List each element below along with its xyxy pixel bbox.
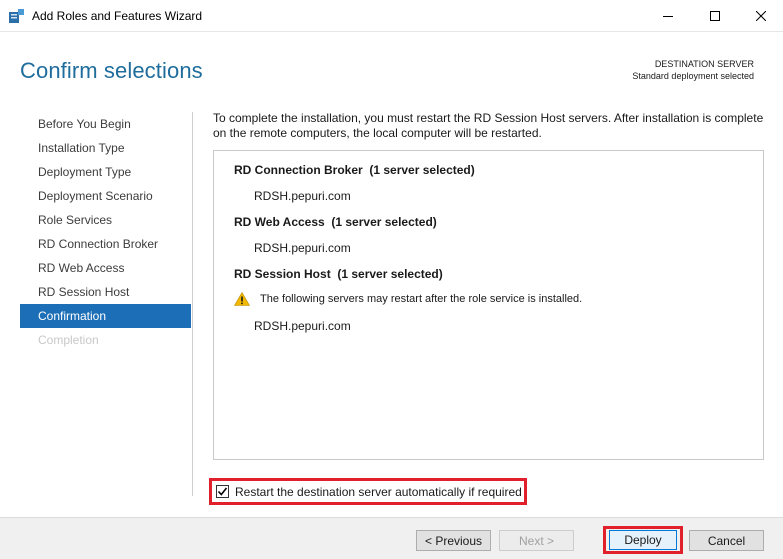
section-subtitle: (1 server selected) xyxy=(369,163,475,177)
section-rd-connection-broker: RD Connection Broker (1 server selected) xyxy=(234,163,475,177)
close-button[interactable] xyxy=(738,0,783,32)
cancel-button[interactable]: Cancel xyxy=(689,530,764,551)
next-button: Next > xyxy=(499,530,574,551)
deploy-highlight: Deploy xyxy=(603,526,683,554)
destination-server-label: DESTINATION SERVER xyxy=(654,59,754,69)
section-rd-web-access: RD Web Access (1 server selected) xyxy=(234,215,437,229)
nav-item-rd-connection-broker[interactable]: RD Connection Broker xyxy=(20,232,191,256)
deploy-button[interactable]: Deploy xyxy=(609,530,677,550)
checkmark-icon xyxy=(217,487,228,496)
warning-triangle-icon xyxy=(234,292,250,306)
section-subtitle: (1 server selected) xyxy=(331,215,437,229)
server-name: RDSH.pepuri.com xyxy=(254,241,351,255)
nav-item-completion: Completion xyxy=(38,333,99,347)
wizard-nav: Before You Begin Installation Type Deplo… xyxy=(20,112,191,352)
section-rd-session-host: RD Session Host (1 server selected) xyxy=(234,267,443,281)
selections-box: RD Connection Broker (1 server selected)… xyxy=(213,150,764,460)
wizard-footer: < Previous Next > Deploy Cancel xyxy=(0,517,783,559)
section-title: RD Connection Broker xyxy=(234,163,363,177)
close-icon xyxy=(756,11,766,21)
server-manager-icon xyxy=(9,9,24,23)
nav-item-deployment-scenario[interactable]: Deployment Scenario xyxy=(20,184,191,208)
nav-item-rd-session-host[interactable]: RD Session Host xyxy=(20,280,191,304)
minimize-icon xyxy=(663,16,673,17)
window-title: Add Roles and Features Wizard xyxy=(32,9,203,23)
restart-checkbox-label[interactable]: Restart the destination server automatic… xyxy=(235,485,522,499)
nav-item-confirmation[interactable]: Confirmation xyxy=(20,304,191,328)
server-name: RDSH.pepuri.com xyxy=(254,189,351,203)
nav-item-installation-type[interactable]: Installation Type xyxy=(20,136,191,160)
restart-warning: The following servers may restart after … xyxy=(234,292,582,306)
title-bar: Add Roles and Features Wizard xyxy=(0,0,783,32)
warning-text: The following servers may restart after … xyxy=(260,293,583,305)
nav-item-rd-web-access[interactable]: RD Web Access xyxy=(20,256,191,280)
minimize-button[interactable] xyxy=(645,0,691,32)
section-title: RD Session Host xyxy=(234,267,331,281)
nav-divider xyxy=(192,112,193,496)
maximize-icon xyxy=(710,11,720,21)
maximize-button[interactable] xyxy=(692,0,738,32)
restart-checkbox[interactable] xyxy=(216,485,229,498)
nav-item-before-you-begin[interactable]: Before You Begin xyxy=(20,112,191,136)
page-title: Confirm selections xyxy=(20,58,203,83)
section-title: RD Web Access xyxy=(234,215,325,229)
intro-text: To complete the installation, you must r… xyxy=(213,111,764,140)
restart-checkbox-row[interactable]: Restart the destination server automatic… xyxy=(209,478,527,505)
previous-button[interactable]: < Previous xyxy=(416,530,491,551)
destination-server-value: Standard deployment selected xyxy=(632,71,754,81)
server-name: RDSH.pepuri.com xyxy=(254,319,351,333)
nav-item-role-services[interactable]: Role Services xyxy=(20,208,191,232)
nav-item-deployment-type[interactable]: Deployment Type xyxy=(20,160,191,184)
section-subtitle: (1 server selected) xyxy=(337,267,443,281)
